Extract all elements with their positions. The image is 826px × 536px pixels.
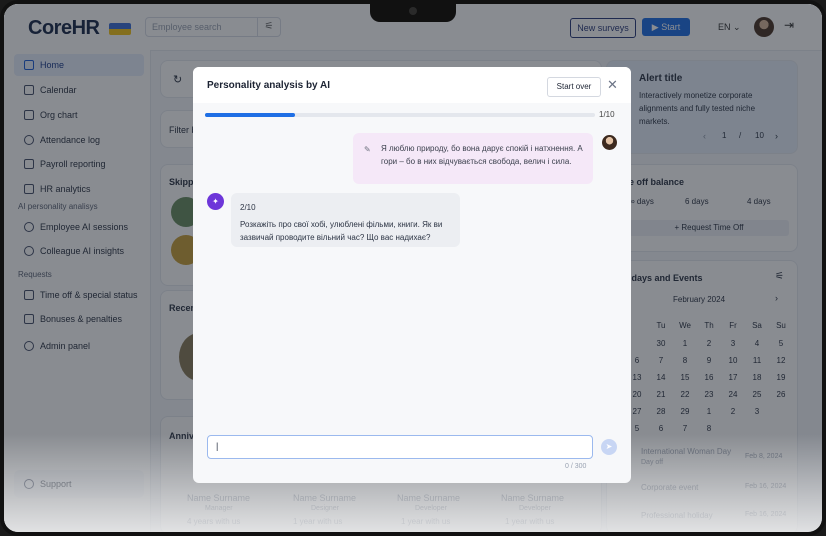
camera-notch bbox=[370, 0, 456, 22]
user-message-bubble: ✎ Я люблю природу, бо вона дарує спокій … bbox=[353, 133, 593, 184]
camera-icon bbox=[409, 7, 417, 15]
ai-message-text: Розкажіть про свої хобі, улюблені фільми… bbox=[240, 220, 443, 242]
ai-message-bubble: 2/10 Розкажіть про свої хобі, улюблені ф… bbox=[231, 193, 460, 247]
pencil-icon[interactable]: ✎ bbox=[364, 143, 371, 156]
screen: CoreHR Employee search ⚟ New surveys ▶ S… bbox=[4, 4, 822, 532]
ai-sparkle-icon: ✦ bbox=[207, 193, 224, 210]
progress-label: 1/10 bbox=[599, 110, 615, 119]
personality-analysis-modal: Personality analysis by AI Start over ✕ … bbox=[193, 67, 631, 483]
character-counter: 0 / 300 bbox=[565, 463, 587, 470]
user-message-text: Я люблю природу, бо вона дарує спокій і … bbox=[381, 144, 583, 166]
progress-fill bbox=[205, 113, 295, 117]
ai-step-label: 2/10 bbox=[240, 203, 256, 212]
modal-title: Personality analysis by AI bbox=[207, 80, 331, 91]
send-icon[interactable]: ➤ bbox=[601, 439, 617, 455]
user-avatar bbox=[602, 135, 617, 150]
close-icon[interactable]: ✕ bbox=[607, 77, 618, 93]
progress-bar bbox=[205, 113, 595, 117]
answer-input-value: | bbox=[216, 441, 219, 451]
device-frame: CoreHR Employee search ⚟ New surveys ▶ S… bbox=[0, 0, 826, 536]
modal-header: Personality analysis by AI Start over ✕ bbox=[193, 67, 631, 103]
start-over-button[interactable]: Start over bbox=[547, 77, 601, 97]
answer-input[interactable]: | bbox=[207, 435, 593, 459]
